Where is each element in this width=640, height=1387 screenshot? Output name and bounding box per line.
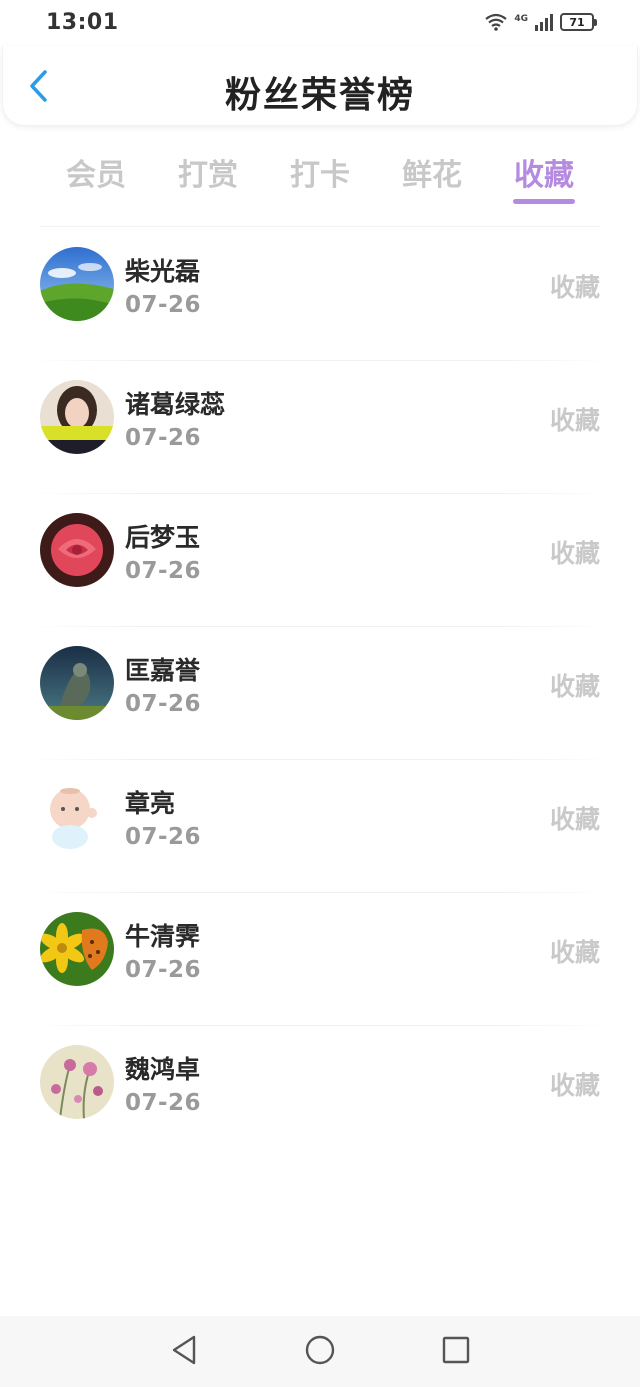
action-label: 收藏: [549, 273, 600, 302]
battery-level: 71: [569, 15, 585, 29]
tab-flowers[interactable]: 鲜花: [376, 146, 488, 208]
tab-bar: 会员 打赏 打卡 鲜花 收藏: [40, 146, 600, 208]
app-screen: 13:01 4G 71 粉丝荣誉榜 会员 打赏 打卡 鲜花 收藏 柴光磊 07-…: [0, 0, 640, 1387]
list-item[interactable]: 柴光磊 07-26 收藏: [0, 228, 640, 361]
avatar: [40, 779, 114, 853]
list-item[interactable]: 魏鸿卓 07-26 收藏: [0, 1026, 640, 1159]
square-recents-icon: [441, 1335, 471, 1369]
action-label: 收藏: [549, 539, 600, 568]
fan-date: 07-26: [125, 292, 202, 318]
wifi-icon: [484, 13, 508, 31]
fan-name: 诸葛绿蕊: [125, 390, 226, 419]
tab-members[interactable]: 会员: [40, 146, 152, 208]
system-nav-bar: [0, 1316, 640, 1387]
fan-name: 匡嘉誉: [125, 656, 201, 685]
fan-date: 07-26: [125, 691, 202, 717]
avatar: [40, 646, 114, 720]
status-time: 13:01: [46, 9, 119, 35]
avatar: [40, 247, 114, 321]
fan-name: 柴光磊: [125, 257, 201, 286]
list-item[interactable]: 诸葛绿蕊 07-26 收藏: [0, 361, 640, 494]
tab-favorites[interactable]: 收藏: [488, 146, 600, 208]
fan-name: 章亮: [125, 789, 176, 818]
avatar: [40, 380, 114, 454]
action-label: 收藏: [549, 1071, 600, 1100]
triangle-back-icon: [170, 1334, 198, 1370]
active-tab-indicator: [513, 199, 575, 204]
action-label: 收藏: [549, 406, 600, 435]
fan-date: 07-26: [125, 558, 202, 584]
fan-date: 07-26: [125, 824, 202, 850]
nav-back-button[interactable]: [164, 1332, 204, 1372]
header-bar: 粉丝荣誉榜: [2, 46, 638, 126]
network-type-label: 4G: [514, 14, 528, 24]
tab-label: 会员: [66, 158, 126, 193]
fan-name: 魏鸿卓: [125, 1055, 201, 1084]
fan-name: 后梦玉: [125, 523, 201, 552]
avatar: [40, 1045, 114, 1119]
tab-label: 打卡: [290, 158, 350, 193]
status-icons: 4G 71: [484, 13, 597, 31]
tab-label: 鲜花: [402, 158, 462, 193]
nav-home-button[interactable]: [300, 1332, 340, 1372]
tab-checkin[interactable]: 打卡: [264, 146, 376, 208]
list-item[interactable]: 章亮 07-26 收藏: [0, 760, 640, 893]
divider: [40, 226, 600, 227]
nav-recents-button[interactable]: [436, 1332, 476, 1372]
fan-name: 牛清霁: [125, 922, 201, 951]
avatar: [40, 912, 114, 986]
action-label: 收藏: [549, 672, 600, 701]
list-item[interactable]: 匡嘉誉 07-26 收藏: [0, 627, 640, 760]
tab-label: 收藏: [514, 158, 574, 193]
tab-label: 打赏: [178, 158, 238, 193]
list-item[interactable]: 牛清霁 07-26 收藏: [0, 893, 640, 1026]
page-title: 粉丝荣誉榜: [224, 75, 415, 116]
action-label: 收藏: [549, 938, 600, 967]
action-label: 收藏: [549, 805, 600, 834]
fan-date: 07-26: [125, 1090, 202, 1116]
status-bar: 13:01 4G 71: [0, 0, 640, 44]
list-item[interactable]: 后梦玉 07-26 收藏: [0, 494, 640, 627]
avatar: [40, 513, 114, 587]
tab-tips[interactable]: 打赏: [152, 146, 264, 208]
fan-date: 07-26: [125, 957, 202, 983]
battery-icon: 71: [560, 13, 597, 31]
fan-date: 07-26: [125, 425, 202, 451]
circle-home-icon: [304, 1334, 336, 1370]
fan-list: 柴光磊 07-26 收藏 诸葛绿蕊 07-26 收藏 后梦玉 07-26 收藏 …: [0, 228, 640, 1159]
signal-icon: [534, 13, 554, 31]
